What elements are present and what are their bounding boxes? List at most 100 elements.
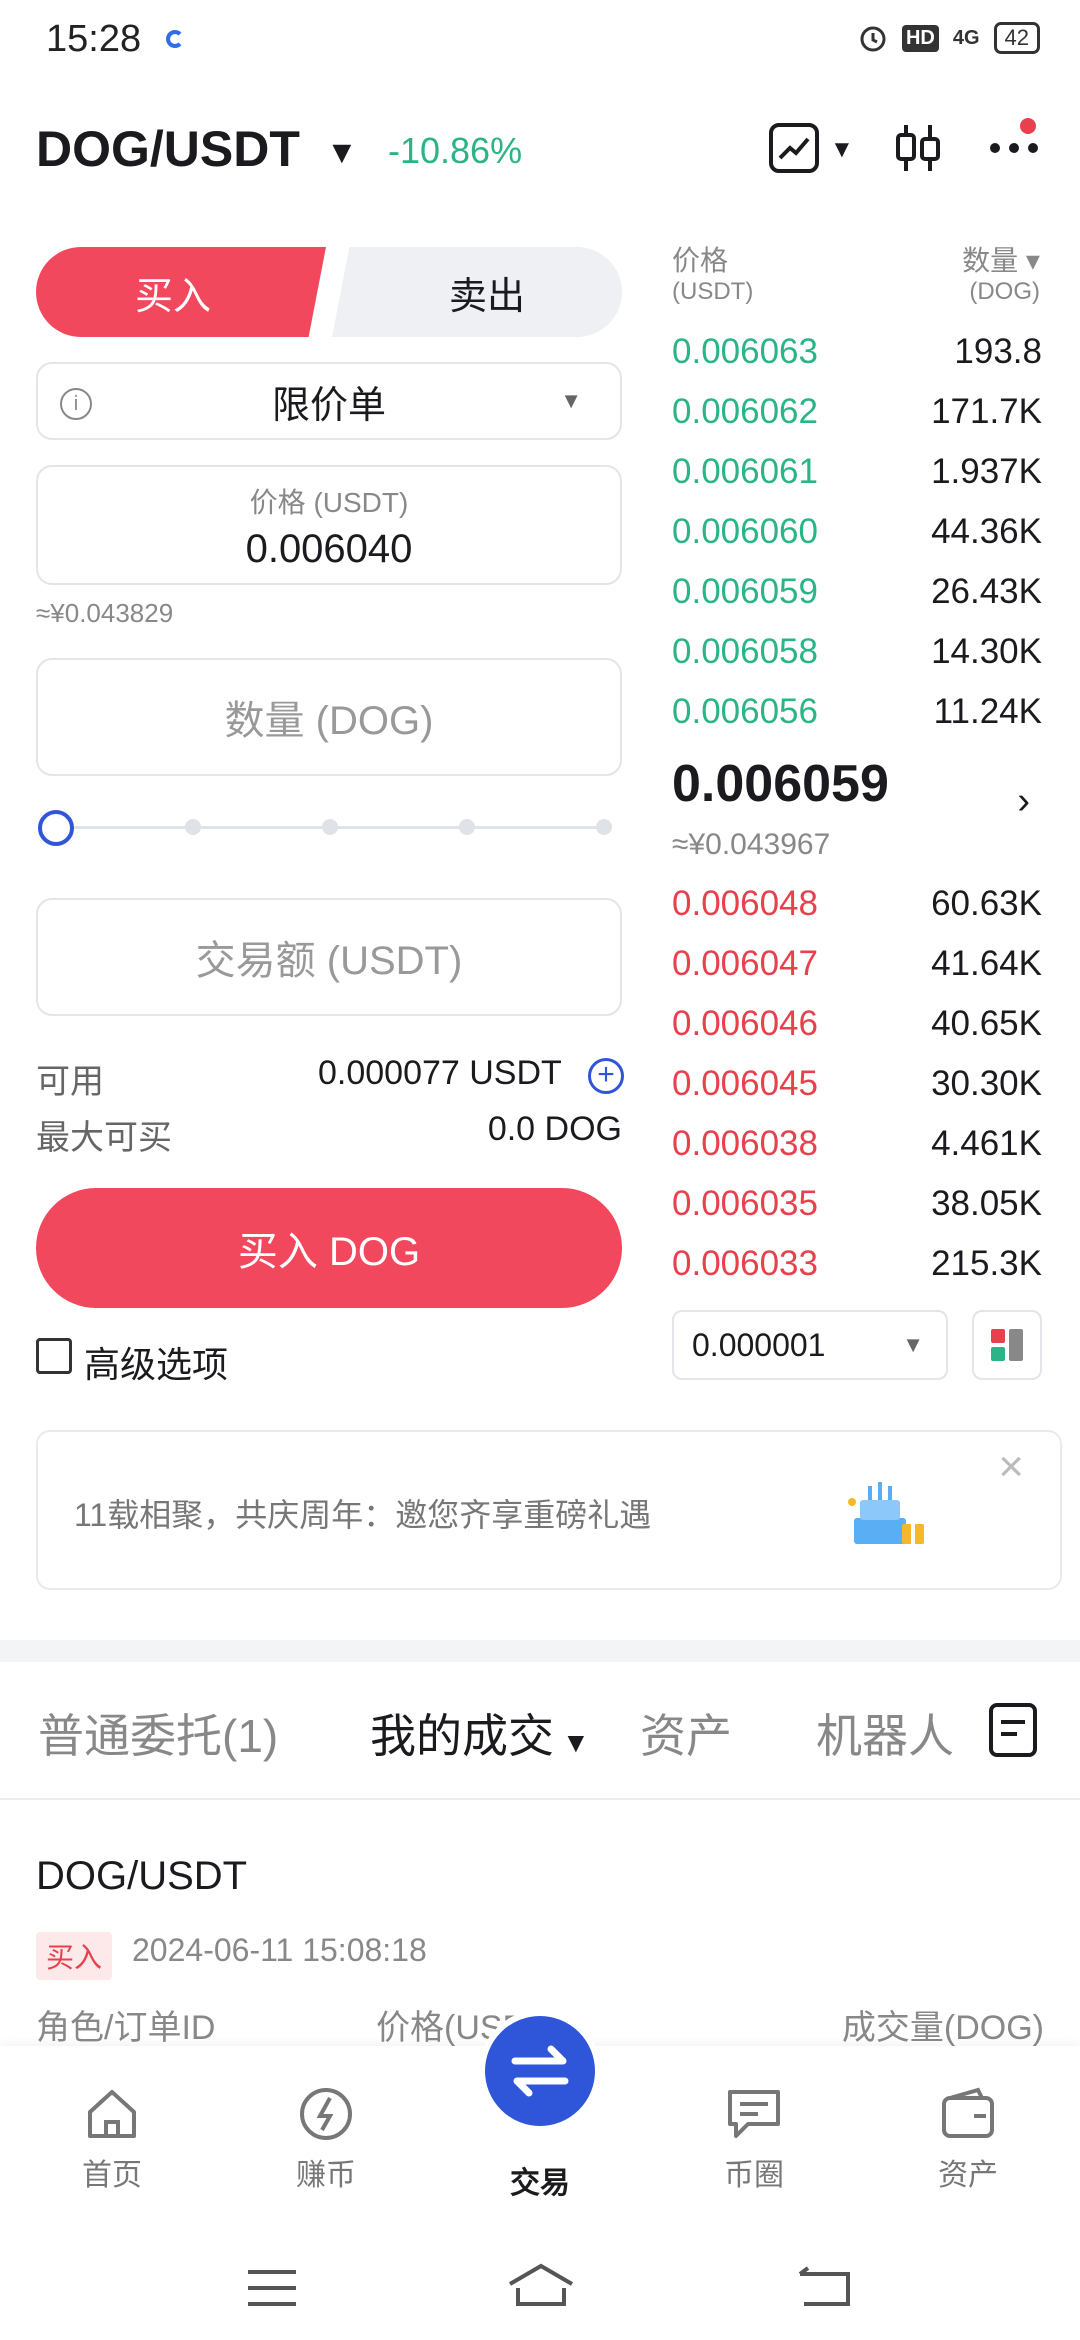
orderbook-qty: 193.8 bbox=[954, 332, 1042, 371]
orderbook-qty: 171.7K bbox=[931, 392, 1042, 431]
tab-buy[interactable]: 买入 bbox=[36, 247, 326, 337]
trade-time: 2024-06-11 15:08:18 bbox=[132, 1932, 427, 1968]
chat-icon bbox=[728, 2090, 780, 2138]
orderbook-price: 0.006063 bbox=[672, 332, 818, 371]
chart-icon[interactable] bbox=[764, 118, 824, 178]
tab-my-trades[interactable]: 我的成交 ▼ bbox=[370, 1700, 590, 1766]
slider-step[interactable] bbox=[322, 819, 338, 835]
max-buy-value: 0.0 DOG bbox=[487, 1110, 622, 1148]
tab-open-orders[interactable]: 普通委托(1) bbox=[38, 1700, 278, 1766]
orderbook-row[interactable]: 0.006033 215.3K bbox=[672, 1234, 1042, 1294]
tab-sell[interactable]: 卖出 bbox=[332, 247, 622, 337]
trade-pair: DOG/USDT bbox=[36, 1854, 248, 1898]
orderbook-price-header: 价格 (USDT) bbox=[672, 245, 754, 306]
orderbook-row[interactable]: 0.006047 41.64K bbox=[672, 934, 1042, 994]
orderbook-row[interactable]: 0.006058 14.30K bbox=[672, 622, 1042, 682]
status-indicators: HD 4G 42 bbox=[858, 22, 1040, 54]
slider-step[interactable] bbox=[459, 819, 475, 835]
tabs-underline bbox=[0, 1798, 1080, 1800]
orderbook-qty: 60.63K bbox=[931, 884, 1042, 923]
last-price-approx: ≈¥0.043967 bbox=[672, 828, 831, 861]
orderbook-row[interactable]: 0.006060 44.36K bbox=[672, 502, 1042, 562]
price-input-label: 价格 (USDT) bbox=[249, 487, 409, 518]
nav-home[interactable]: 首页 bbox=[32, 2084, 192, 2194]
orderbook-row[interactable]: 0.006063 193.8 bbox=[672, 322, 1042, 382]
price-input-value[interactable]: 0.006040 bbox=[38, 527, 620, 572]
available-value: 0.000077 USDT bbox=[318, 1054, 562, 1092]
swap-icon bbox=[511, 2045, 569, 2097]
slider-step[interactable] bbox=[596, 819, 612, 835]
orderbook-row[interactable]: 0.006056 11.24K bbox=[672, 682, 1042, 742]
max-buy-label: 最大可买 bbox=[36, 1119, 172, 1157]
orderbook-qty-header[interactable]: 数量 ▾ (DOG) bbox=[962, 246, 1040, 305]
bottom-nav: 首页 赚币 交易 币圈 资产 bbox=[0, 2010, 1080, 2232]
nav-community[interactable]: 币圈 bbox=[674, 2084, 834, 2194]
col-qty: 成交量(DOG) bbox=[841, 2009, 1044, 2047]
tab-assets[interactable]: 资产 bbox=[640, 1700, 732, 1766]
home-icon bbox=[88, 2090, 136, 2138]
home-system-icon[interactable] bbox=[506, 2262, 576, 2308]
orderbook-price: 0.006046 bbox=[672, 1004, 818, 1043]
add-funds-icon[interactable]: + bbox=[588, 1058, 624, 1094]
notification-dot bbox=[1020, 118, 1036, 134]
earn-icon bbox=[300, 2088, 352, 2140]
candlestick-icon[interactable] bbox=[888, 118, 948, 178]
info-icon[interactable]: i bbox=[60, 388, 92, 420]
orderbook-row[interactable]: 0.006048 60.63K bbox=[672, 874, 1042, 934]
orderbook-row[interactable]: 0.006045 30.30K bbox=[672, 1054, 1042, 1114]
orderbook-row[interactable]: 0.006062 171.7K bbox=[672, 382, 1042, 442]
orders-history-icon[interactable] bbox=[988, 1702, 1038, 1763]
pair-title[interactable]: DOG/USDT bbox=[36, 120, 300, 178]
orderbook-qty: 41.64K bbox=[931, 944, 1042, 983]
available-label: 可用 bbox=[36, 1063, 104, 1101]
orderbook-price: 0.006033 bbox=[672, 1244, 818, 1283]
orderbook-price: 0.006035 bbox=[672, 1184, 818, 1223]
promo-text: 11载相聚，共庆周年：邀您齐享重磅礼遇 bbox=[74, 1497, 652, 1533]
menu-icon[interactable] bbox=[244, 2268, 300, 2308]
advanced-label[interactable]: 高级选项 bbox=[84, 1336, 228, 1388]
chart-dropdown-icon[interactable]: ▼ bbox=[830, 136, 854, 164]
nav-trade-label[interactable]: 交易 bbox=[460, 2158, 620, 2202]
depth-step-select[interactable]: 0.000001 ▼ bbox=[672, 1310, 948, 1380]
pair-dropdown-icon[interactable]: ▼ bbox=[326, 134, 358, 171]
orderbook-price: 0.006062 bbox=[672, 392, 818, 431]
orderbook-row[interactable]: 0.006059 26.43K bbox=[672, 562, 1042, 622]
orderbook-row[interactable]: 0.006035 38.05K bbox=[672, 1174, 1042, 1234]
amount-input[interactable]: 交易额 (USDT) bbox=[36, 898, 622, 1016]
orderbook-layout-icon[interactable] bbox=[972, 1310, 1042, 1380]
nav-assets[interactable]: 资产 bbox=[888, 2084, 1048, 2194]
cake-icon bbox=[848, 1482, 924, 1544]
orderbook-qty: 38.05K bbox=[931, 1184, 1042, 1223]
price-approx-cny: ≈¥0.043829 bbox=[36, 598, 174, 628]
orderbook-price: 0.006060 bbox=[672, 512, 818, 551]
orderbook-row[interactable]: 0.006061 1.937K bbox=[672, 442, 1042, 502]
quantity-input[interactable]: 数量 (DOG) bbox=[36, 658, 622, 776]
sync-icon bbox=[166, 30, 184, 48]
orderbook-qty: 30.30K bbox=[931, 1064, 1042, 1103]
last-price: 0.006059 bbox=[672, 755, 889, 813]
order-type-select[interactable]: i 限价单 ▼ bbox=[36, 362, 622, 440]
slider-step[interactable] bbox=[185, 819, 201, 835]
buy-button[interactable]: 买入 DOG bbox=[36, 1188, 622, 1308]
price-input[interactable]: 价格 (USDT) 0.006040 bbox=[36, 465, 622, 585]
orderbook-price: 0.006061 bbox=[672, 452, 818, 491]
orderbook-row[interactable]: 0.006038 4.461K bbox=[672, 1114, 1042, 1174]
back-icon[interactable] bbox=[796, 2266, 852, 2308]
wallet-icon bbox=[942, 2087, 994, 2138]
orderbook-qty: 215.3K bbox=[931, 1244, 1042, 1283]
nav-earn[interactable]: 赚币 bbox=[246, 2084, 406, 2194]
orderbook-price: 0.006045 bbox=[672, 1064, 818, 1103]
promo-banner[interactable]: 11载相聚，共庆周年：邀您齐享重磅礼遇 × bbox=[36, 1430, 1062, 1590]
trade-side-badge: 买入 bbox=[36, 1932, 113, 1980]
nav-trade-button[interactable] bbox=[479, 2010, 601, 2132]
price-change: -10.86% bbox=[388, 130, 523, 171]
orderbook-qty: 11.24K bbox=[933, 692, 1042, 731]
orderbook-qty: 40.65K bbox=[931, 1004, 1042, 1043]
tab-bots[interactable]: 机器人 bbox=[816, 1700, 954, 1766]
slider-thumb[interactable] bbox=[38, 810, 74, 846]
chevron-right-icon[interactable]: › bbox=[1017, 780, 1030, 823]
orderbook-row[interactable]: 0.006046 40.65K bbox=[672, 994, 1042, 1054]
close-icon[interactable]: × bbox=[998, 1442, 1024, 1492]
advanced-checkbox[interactable] bbox=[36, 1338, 72, 1374]
col-role: 角色/订单ID bbox=[36, 2009, 216, 2047]
